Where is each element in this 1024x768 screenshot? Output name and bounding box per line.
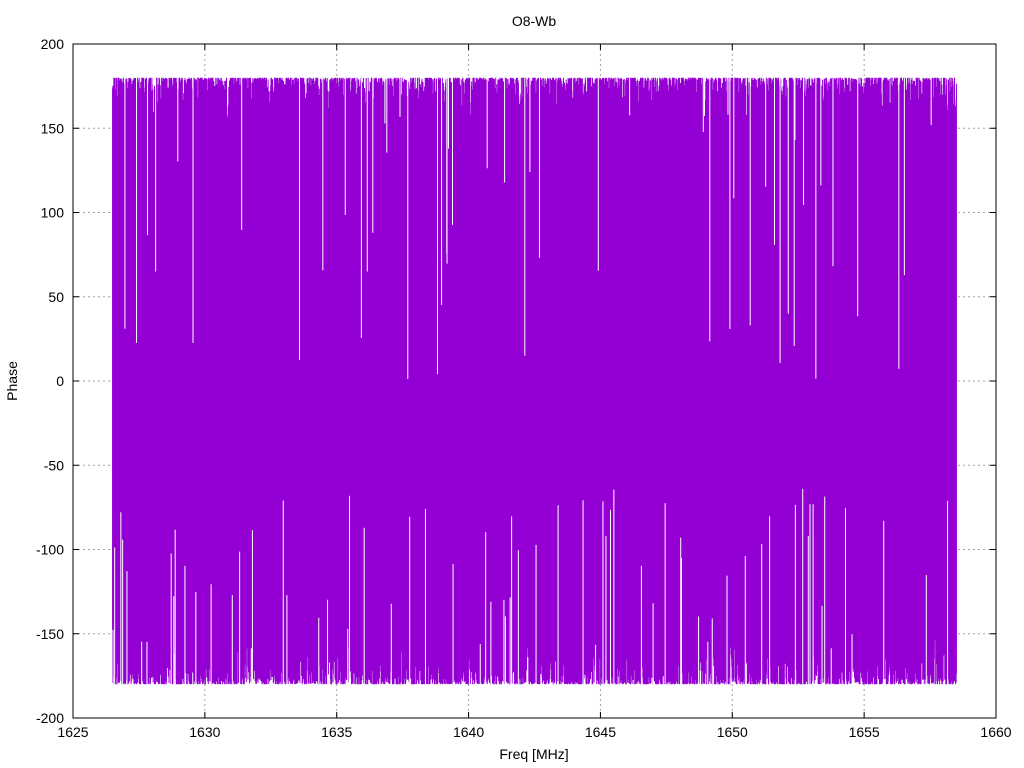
y-tick-label: 100 [41, 205, 65, 221]
x-axis-title: Freq [MHz] [499, 746, 568, 762]
y-axis-title: Phase [4, 361, 20, 401]
y-tick-label: -150 [36, 626, 64, 642]
x-tick-label: 1655 [849, 724, 880, 740]
x-tick-label: 1660 [980, 724, 1011, 740]
y-tick-label: 150 [41, 120, 65, 136]
phase-series-body [112, 145, 957, 617]
chart-title: O8-Wb [512, 13, 557, 29]
x-tick-label: 1645 [585, 724, 616, 740]
x-tick-label: 1630 [189, 724, 220, 740]
x-tick-label: 1635 [321, 724, 352, 740]
x-tick-label: 1640 [453, 724, 484, 740]
y-tick-label: 50 [48, 289, 64, 305]
y-tick-label: 0 [56, 373, 64, 389]
y-tick-label: -200 [36, 710, 64, 726]
phase-chart: 1625 1630 1635 1640 1645 1650 1655 1660 -200 -150… [4, 13, 1012, 762]
data-series [112, 77, 957, 685]
y-tick-label: -50 [44, 457, 64, 473]
x-tick-label: 1650 [717, 724, 748, 740]
y-tick-label: 200 [41, 36, 65, 52]
y-tick-label: -100 [36, 542, 64, 558]
x-tick-label: 1625 [57, 724, 88, 740]
